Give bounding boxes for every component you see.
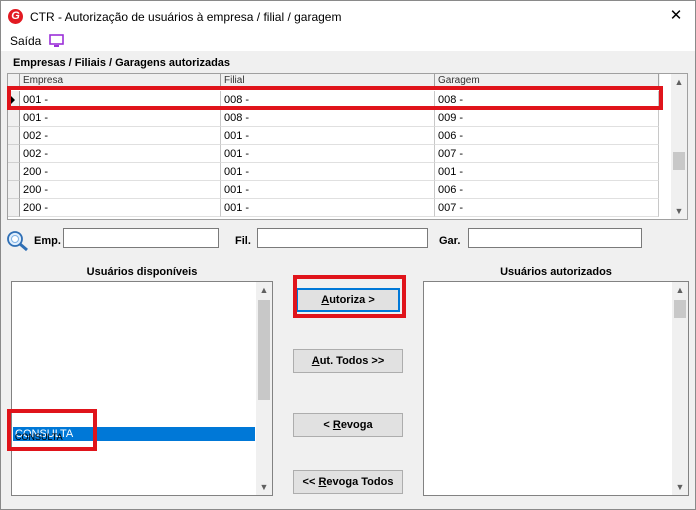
revoga-button[interactable]: < Revoga [293,413,403,437]
close-button[interactable]: ✕ [663,6,689,26]
cell-filial: 008 - [221,109,435,127]
title-bar: G CTR - Autorização de usuários à empres… [1,1,695,31]
available-list-scrollbar[interactable]: ▲ ▼ [256,282,272,495]
available-users-caption: Usuários disponíveis [86,266,198,278]
row-indicator [8,163,20,181]
cell-filial: 001 - [221,181,435,199]
row-indicator [8,91,20,109]
scroll-down-arrow-icon[interactable]: ▼ [671,203,687,219]
cell-filial: 001 - [221,145,435,163]
scroll-down-arrow-icon[interactable]: ▼ [256,479,272,495]
grid-scrollbar[interactable]: ▲ ▼ [671,74,687,219]
column-header-empresa[interactable]: Empresa [20,74,221,88]
emp-filter-input[interactable] [63,228,219,248]
scroll-thumb[interactable] [673,152,685,170]
row-indicator [8,109,20,127]
row-indicator [8,199,20,217]
cell-garagem: 006 - [435,181,659,199]
search-magnifier-icon [7,231,28,252]
cell-filial: 008 - [221,91,435,109]
available-users-list[interactable]: CONSULTA CONSULTA ▲ ▼ [11,281,273,496]
cell-garagem: 008 - [435,91,659,109]
scroll-up-arrow-icon[interactable]: ▲ [672,282,688,298]
row-indicator [8,181,20,199]
cell-empresa: 200 - [20,163,221,181]
aut-todos-button[interactable]: Aut. Todos >> [293,349,403,373]
scroll-down-arrow-icon[interactable]: ▼ [672,479,688,495]
cell-empresa: 200 - [20,181,221,199]
emp-label: Emp. [34,235,61,247]
cell-empresa: 002 - [20,127,221,145]
menu-saida[interactable]: Saída [10,34,41,48]
scroll-up-arrow-icon[interactable]: ▲ [256,282,272,298]
gar-filter-input[interactable] [468,228,642,248]
dialog-window: G CTR - Autorização de usuários à empres… [0,0,696,510]
table-row[interactable]: 002 - 001 - 006 - [8,127,660,145]
cell-garagem: 006 - [435,127,659,145]
autoriza-button[interactable]: Autoriza > [296,288,400,312]
menu-bar: Saída [1,31,695,51]
authorized-users-caption: Usuários autorizados [500,266,612,278]
cell-empresa: 200 - [20,199,221,217]
column-header-garagem[interactable]: Garagem [435,74,659,88]
cell-filial: 001 - [221,127,435,145]
cell-filial: 001 - [221,199,435,217]
cell-empresa: 002 - [20,145,221,163]
grid-header-indicator [8,74,20,88]
table-row[interactable]: 200 - 001 - 007 - [8,199,660,217]
cell-empresa: 001 - [20,109,221,127]
cell-garagem: 009 - [435,109,659,127]
grid-header: Empresa Filial Garagem [8,74,660,88]
fil-label: Fil. [235,235,251,247]
monitor-icon[interactable] [49,34,64,48]
grid-caption: Empresas / Filiais / Garagens autorizada… [13,57,231,69]
scroll-thumb[interactable] [674,300,686,318]
cell-empresa: 001 - [20,91,221,109]
table-row[interactable]: 001 - 008 - 009 - [8,109,660,127]
cell-garagem: 007 - [435,199,659,217]
table-row[interactable]: 002 - 001 - 007 - [8,145,660,163]
column-header-filial[interactable]: Filial [221,74,435,88]
fil-filter-input[interactable] [257,228,428,248]
list-item-partial-text: CONSULTA [15,433,63,441]
table-row[interactable]: 001 - 008 - 008 - [8,91,660,109]
scroll-thumb[interactable] [258,300,270,400]
table-row[interactable]: 200 - 001 - 006 - [8,181,660,199]
cell-garagem: 007 - [435,145,659,163]
cell-filial: 001 - [221,163,435,181]
table-row[interactable]: 200 - 001 - 001 - [8,163,660,181]
scroll-up-arrow-icon[interactable]: ▲ [671,74,687,90]
row-indicator [8,145,20,163]
row-indicator [8,127,20,145]
authorized-list-scrollbar[interactable]: ▲ ▼ [672,282,688,495]
gar-label: Gar. [439,235,461,247]
list-item-partial[interactable]: CONSULTA [13,433,255,441]
authorized-grid[interactable]: Empresa Filial Garagem 001 - 008 - 008 -… [7,73,688,220]
app-logo-icon: G [8,9,23,24]
revoga-todos-button[interactable]: << Revoga Todos [293,470,403,494]
cell-garagem: 001 - [435,163,659,181]
authorized-users-list[interactable]: ▲ ▼ [423,281,689,496]
window-title: CTR - Autorização de usuários à empresa … [30,10,342,24]
